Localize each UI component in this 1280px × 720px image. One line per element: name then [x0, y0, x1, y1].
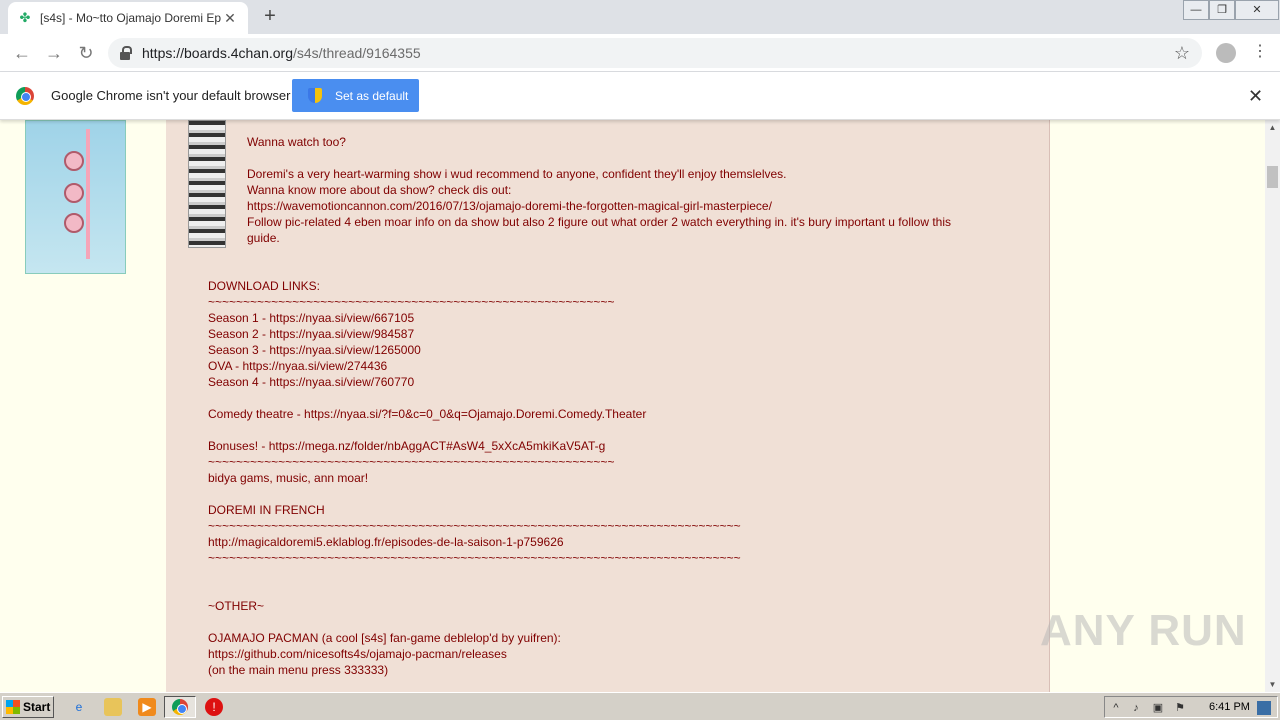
start-button[interactable]: Start — [2, 696, 54, 718]
bookmark-star-icon[interactable]: ☆ — [1174, 43, 1190, 64]
post-line: Comedy theatre - https://nyaa.si/?f=0&c=… — [208, 407, 647, 421]
set-as-default-label: Set as default — [335, 88, 409, 103]
infobar-message: Google Chrome isn't your default browser — [51, 88, 291, 103]
post-line: Season 3 - https://nyaa.si/view/1265000 — [208, 343, 421, 357]
media-player-icon[interactable]: ▶ — [138, 698, 156, 716]
close-window-button[interactable]: ✕ — [1235, 0, 1279, 20]
volume-icon[interactable]: ♪ — [1129, 701, 1143, 715]
flag-icon[interactable]: ⚑ — [1173, 701, 1187, 715]
post-line: https://wavemotioncannon.com/2016/07/13/… — [247, 199, 772, 213]
scroll-thumb[interactable] — [1267, 166, 1278, 188]
chrome-icon — [172, 699, 188, 715]
post-line: Wanna watch too? — [247, 135, 346, 149]
post-line: Doremi's a very heart-warming show i wud… — [247, 167, 787, 181]
back-icon[interactable]: ← — [10, 41, 34, 65]
lock-icon[interactable] — [120, 46, 132, 60]
post-line: OVA - https://nyaa.si/view/274436 — [208, 359, 388, 373]
chrome-logo-icon — [16, 87, 34, 105]
minimize-button[interactable]: — — [1183, 0, 1209, 20]
post-reply: Wanna watch too? Doremi's a very heart-wa… — [166, 120, 1050, 692]
url-text[interactable]: https://boards.4chan.org/s4s/thread/9164… — [142, 45, 1174, 61]
shield-icon — [308, 88, 322, 103]
post-line: ~~~~~~~~~~~~~~~~~~~~~~~~~~~~~~~~~~~~~~~~… — [208, 455, 615, 469]
banner-figure-head — [64, 151, 84, 171]
post-line: OJAMAJO PACMAN (a cool [s4s] fan-game de… — [208, 631, 561, 645]
page-scrollbar[interactable]: ▲ ▼ — [1265, 120, 1280, 692]
scroll-up-icon[interactable]: ▲ — [1265, 120, 1280, 135]
system-tray: ^ ♪ ▣ ⚑ 6:41 PM — [1104, 696, 1278, 718]
post-body: DOWNLOAD LINKS: ~~~~~~~~~~~~~~~~~~~~~~~~~… — [208, 278, 1008, 678]
post-line: Season 1 - https://nyaa.si/view/667105 — [208, 311, 415, 325]
close-infobar-icon[interactable]: ✕ — [1248, 86, 1263, 107]
post-line — [208, 422, 1008, 438]
post-line: Season 2 - https://nyaa.si/view/984587 — [208, 327, 415, 341]
post-line: bidya gams, music, ann moar! — [208, 471, 369, 485]
post-line: ~OTHER~ — [208, 599, 265, 613]
chrome-taskbar-button[interactable] — [164, 696, 196, 718]
network-icon[interactable]: ▣ — [1151, 701, 1165, 715]
post-line: http://magicaldoremi5.eklablog.fr/episod… — [208, 535, 564, 549]
windows-logo-icon — [6, 700, 20, 714]
post-line: https://github.com/nicesofts4s/ojamajo-p… — [208, 647, 507, 661]
forward-icon[interactable]: → — [42, 41, 66, 65]
post-line: DOWNLOAD LINKS: — [208, 279, 321, 293]
banner-figure-head — [64, 183, 84, 203]
post-line: Wanna know more about da show? check dis… — [247, 183, 512, 197]
banner-figure-head — [64, 213, 84, 233]
post-line — [208, 390, 1008, 406]
profile-avatar-icon[interactable] — [1216, 43, 1236, 63]
post-line: Season 4 - https://nyaa.si/view/760770 — [208, 375, 415, 389]
browser-tab[interactable]: ✤ [s4s] - Mo~tto Ojamajo Doremi Ep. 5 ✕ — [8, 2, 248, 34]
post-line: ~~~~~~~~~~~~~~~~~~~~~~~~~~~~~~~~~~~~~~~~… — [208, 295, 615, 309]
windows-taskbar: Start e ▶ ! ^ ♪ ▣ ⚑ 6:41 PM — [0, 692, 1280, 720]
post-line — [208, 566, 1008, 582]
banner-image[interactable] — [25, 120, 126, 274]
menu-dots-icon[interactable]: ⋮ — [1252, 42, 1268, 62]
new-tab-button[interactable]: + — [258, 6, 282, 28]
post-line: ~~~~~~~~~~~~~~~~~~~~~~~~~~~~~~~~~~~~~~~~… — [208, 519, 741, 533]
url-path: /s4s/thread/9164355 — [293, 45, 421, 61]
post-line: guide. — [247, 231, 280, 245]
browser-titlebar: ✤ [s4s] - Mo~tto Ojamajo Doremi Ep. 5 ✕ … — [0, 0, 1280, 34]
scroll-down-icon[interactable]: ▼ — [1265, 677, 1280, 692]
anyrun-watermark: ANY RUN — [1040, 606, 1247, 655]
restore-button[interactable]: ❐ — [1209, 0, 1235, 20]
post-intro: Wanna watch too? Doremi's a very heart-wa… — [247, 134, 1027, 246]
post-line: ~~~~~~~~~~~~~~~~~~~~~~~~~~~~~~~~~~~~~~~~… — [208, 551, 741, 565]
post-line — [208, 614, 1008, 630]
show-desktop-icon[interactable] — [1257, 701, 1271, 715]
alert-app-icon[interactable]: ! — [205, 698, 223, 716]
post-line — [208, 486, 1008, 502]
banner-figure — [86, 129, 90, 259]
post-line: Bonuses! - https://mega.nz/folder/nbAggA… — [208, 439, 606, 453]
default-browser-infobar: Google Chrome isn't your default browser… — [0, 72, 1280, 120]
folder-icon[interactable] — [104, 698, 122, 716]
tab-title: [s4s] - Mo~tto Ojamajo Doremi Ep. 5 — [40, 11, 222, 25]
post-line: Follow pic-related 4 eben moar info on d… — [247, 215, 951, 229]
set-as-default-button[interactable]: Set as default — [292, 79, 419, 112]
internet-explorer-icon[interactable]: e — [70, 698, 88, 716]
post-line: DOREMI IN FRENCH — [208, 503, 325, 517]
post-thumbnail[interactable] — [188, 120, 226, 248]
clock[interactable]: 6:41 PM — [1209, 701, 1250, 713]
page-viewport: Wanna watch too? Doremi's a very heart-wa… — [0, 120, 1265, 692]
post-line: (on the main menu press 333333) — [208, 663, 389, 677]
browser-toolbar: ← → ↻ https://boards.4chan.org/s4s/threa… — [0, 34, 1280, 72]
reload-icon[interactable]: ↻ — [74, 41, 98, 65]
post-line — [208, 582, 1008, 598]
url-host: https://boards.4chan.org — [142, 45, 293, 61]
clover-icon: ✤ — [19, 10, 31, 25]
start-label: Start — [23, 700, 51, 714]
show-hidden-icons-icon[interactable]: ^ — [1109, 701, 1123, 715]
address-bar[interactable]: https://boards.4chan.org/s4s/thread/9164… — [108, 38, 1202, 68]
post-line — [247, 150, 1027, 166]
close-tab-icon[interactable]: ✕ — [222, 10, 238, 26]
